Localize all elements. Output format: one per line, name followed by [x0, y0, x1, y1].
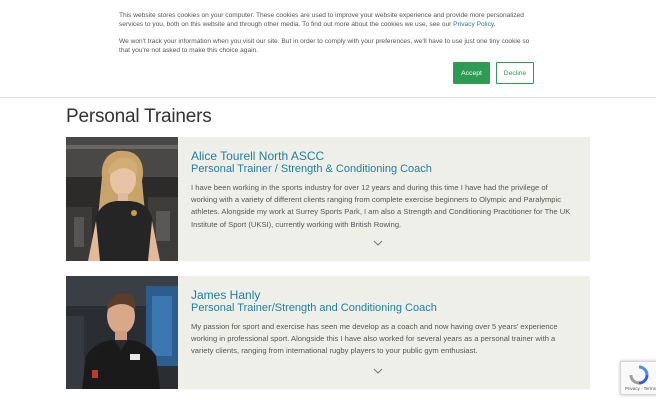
trainer-name: Alice Tourell North ASCC	[191, 149, 325, 163]
trainer-bio: I have been working in the sports indust…	[191, 183, 571, 229]
cookie-paragraph-2: We won't track your information when you…	[119, 37, 530, 55]
trainer-role: Personal Trainer / Strength & Conditioni…	[191, 163, 432, 175]
cookie-paragraph-1: This website stores cookies on your comp…	[119, 11, 539, 30]
trainer-card: James Hanly Personal Trainer/Strength an…	[66, 276, 590, 389]
recaptcha-icon	[629, 365, 649, 385]
decline-button[interactable]: Decline	[496, 62, 534, 84]
accept-button[interactable]: Accept	[453, 62, 490, 84]
page-title: Personal Trainers	[66, 106, 212, 127]
cookie-banner: This website stores cookies on your comp…	[0, 0, 656, 98]
recaptcha-badge[interactable]: Privacy - Terms	[620, 361, 656, 395]
cookie-paragraph-1-end: .	[493, 21, 496, 29]
recaptcha-label: Privacy - Terms	[625, 386, 656, 391]
chevron-down-icon[interactable]	[372, 238, 384, 248]
trainer-card: Alice Tourell North ASCC Personal Traine…	[66, 137, 590, 261]
trainer-photo	[66, 137, 178, 261]
chevron-down-icon[interactable]	[372, 366, 384, 376]
trainer-photo	[66, 276, 178, 389]
trainer-bio: My passion for sport and exercise has se…	[191, 322, 558, 356]
trainer-info: Alice Tourell North ASCC Personal Traine…	[191, 149, 571, 231]
trainer-name: James Hanly	[191, 288, 261, 302]
trainer-role: Personal Trainer/Strength and Conditioni…	[191, 302, 437, 314]
privacy-policy-link[interactable]: Privacy Policy	[453, 21, 494, 28]
trainer-info: James Hanly Personal Trainer/Strength an…	[191, 288, 571, 358]
cookie-text: This website stores cookies on your comp…	[119, 11, 539, 63]
